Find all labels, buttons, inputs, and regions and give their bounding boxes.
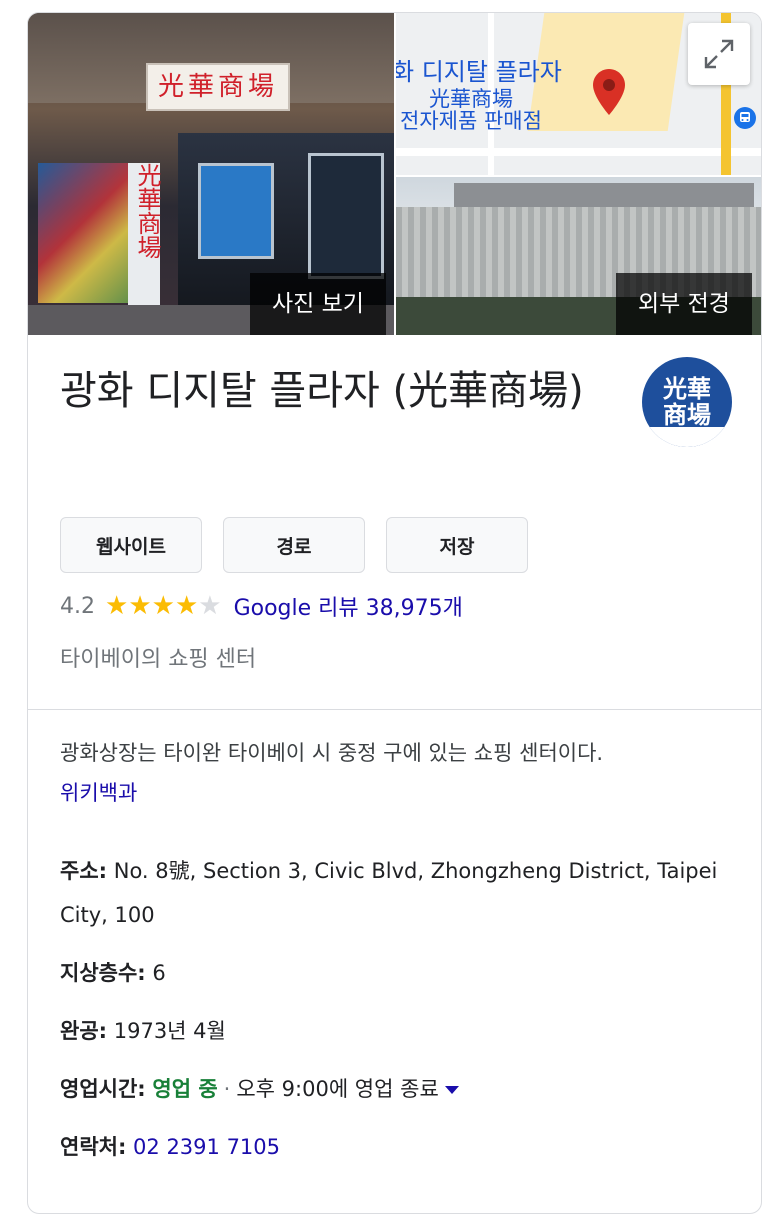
fact-label: 연락처: <box>60 1135 127 1159</box>
hours-expand-icon[interactable] <box>444 1086 459 1094</box>
star-icon: ★ <box>128 591 152 621</box>
reviews-link[interactable]: Google 리뷰 38,975개 <box>234 590 463 622</box>
action-buttons: 웹사이트 경로 저장 <box>60 517 528 573</box>
place-category: 타이베이의 쇼핑 센터 <box>60 647 257 672</box>
fact-hours: 영업시간: 영업 중 · 오후 9:00에 영업 종료 <box>60 1067 740 1111</box>
completed-value: 1973년 4월 <box>113 1019 226 1043</box>
fact-address: 주소: No. 8號, Section 3, Civic Blvd, Zhong… <box>60 849 740 937</box>
star-icon: ★ <box>105 591 129 621</box>
bus-icon <box>734 107 756 129</box>
website-button[interactable]: 웹사이트 <box>60 517 202 573</box>
exterior-view-button[interactable]: 외부 전경 <box>616 273 752 335</box>
directions-button[interactable]: 경로 <box>223 517 365 573</box>
view-photos-button[interactable]: 사진 보기 <box>250 273 386 335</box>
star-empty-icon: ★ <box>198 591 222 621</box>
star-icon: ★ <box>174 591 199 621</box>
hours-detail: 오후 9:00에 영업 종료 <box>236 1077 439 1101</box>
description-text: 광화상장는 타이완 타이베이 시 중정 구에 있는 쇼핑 센터이다. <box>60 741 604 765</box>
phone-link[interactable]: 02 2391 7105 <box>133 1135 280 1159</box>
fact-completed: 완공: 1973년 4월 <box>60 1009 740 1053</box>
place-logo: 光華 商場 <box>642 357 732 447</box>
fact-floors: 지상층수: 6 <box>60 951 740 995</box>
hours-separator: · <box>223 1077 231 1101</box>
store-sign: 光華商場 <box>146 63 290 111</box>
column-sign-text: 光華商場 <box>133 163 161 259</box>
rating-stars: ★ ★ ★ ★ ★ <box>105 593 222 619</box>
place-title: 광화 디지탈 플라자 (光華商場) <box>60 368 584 414</box>
map-label-chinese: 光華商場 <box>429 87 513 111</box>
floors-value: 6 <box>152 961 166 985</box>
logo-text-bottom: 商場 <box>663 400 711 429</box>
map-label-korean: 화 디지탈 플라자 <box>396 58 562 86</box>
map-road <box>396 148 761 156</box>
wikipedia-link[interactable]: 위키백과 <box>60 773 740 813</box>
fact-phone: 연락처: 02 2391 7105 <box>60 1125 740 1169</box>
rating-row: 4.2 ★ ★ ★ ★ ★ Google 리뷰 38,975개 <box>60 587 463 625</box>
fact-label: 주소: <box>60 859 108 883</box>
facts-list: 주소: No. 8號, Section 3, Civic Blvd, Zhong… <box>60 849 740 1183</box>
map-thumbnail[interactable]: 화 디지탈 플라자 光華商場 전자제품 판매점 <box>396 13 761 175</box>
photo-screen <box>198 163 274 259</box>
open-status: 영업 중 <box>152 1077 218 1101</box>
fact-label: 지상층수: <box>60 961 146 985</box>
map-pin-icon[interactable] <box>592 68 626 116</box>
logo-text-top: 光華 <box>663 374 711 403</box>
save-button[interactable]: 저장 <box>386 517 528 573</box>
knowledge-panel: 光華商場 光華商場 화 디지탈 플라자 光華商場 전자제품 판매점 사진 보기 … <box>27 12 762 1214</box>
section-divider <box>28 709 761 710</box>
photo-screen <box>308 153 384 279</box>
rating-value: 4.2 <box>60 593 95 619</box>
photo-strip: 光華商場 光華商場 화 디지탈 플라자 光華商場 전자제품 판매점 사진 보기 … <box>28 13 761 335</box>
map-label-category: 전자제품 판매점 <box>400 109 542 133</box>
fact-label: 영업시간: <box>60 1077 146 1101</box>
logo-strip <box>642 427 732 447</box>
star-icon: ★ <box>151 591 175 621</box>
expand-icon <box>704 39 734 69</box>
expand-map-button[interactable] <box>688 23 750 85</box>
description: 광화상장는 타이완 타이베이 시 중정 구에 있는 쇼핑 센터이다. 위키백과 <box>60 733 740 813</box>
address-value: No. 8號, Section 3, Civic Blvd, Zhongzhen… <box>60 859 718 927</box>
fact-label: 완공: <box>60 1019 108 1043</box>
